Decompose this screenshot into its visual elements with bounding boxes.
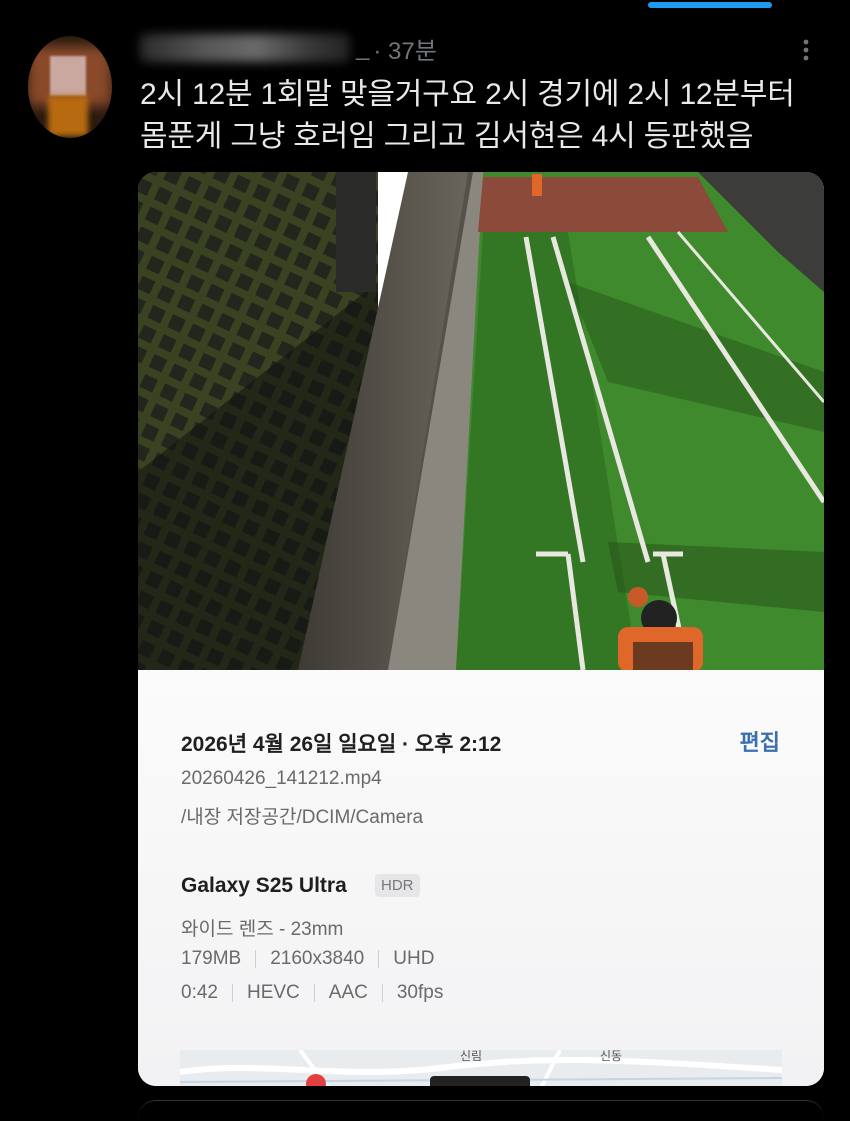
post-text: 2시 12분 1회말 맞을거구요 2시 경기에 2시 12분부터 몸푼게 그냥 …	[140, 74, 840, 158]
media-details: 2026년 4월 26일 일요일 · 오후 2:12 편집 20260426_1…	[138, 670, 824, 1086]
frame-rate: 30fps	[396, 982, 444, 1003]
map-label: 신동	[600, 1050, 622, 1063]
next-card-edge	[138, 1100, 824, 1121]
edit-button[interactable]: 편집	[740, 725, 780, 757]
divider	[378, 950, 380, 968]
scroll-indicator	[648, 2, 772, 8]
post-time: · 37분	[373, 37, 437, 65]
hdr-badge: HDR	[375, 874, 420, 897]
audio-codec: AAC	[328, 982, 368, 1003]
map-label: 신림	[460, 1050, 482, 1063]
quality: UHD	[393, 948, 435, 969]
post-text-line: 몸푼게 그냥 호러임 그리고 김서현은 4시 등판했음	[140, 120, 754, 153]
resolution: 2160x3840	[270, 948, 365, 969]
divider	[313, 984, 315, 1002]
divider	[231, 984, 233, 1002]
lens-info: 와이드 렌즈 - 23mm	[181, 919, 344, 940]
file-name: 20260426_141212.mp4	[181, 768, 382, 789]
file-path: /내장 저장공간/DCIM/Camera	[181, 807, 424, 828]
post-header: _ · 37분	[140, 28, 437, 68]
location-map[interactable]: 신림 신동	[180, 1050, 782, 1086]
post-text-line: 2시 12분 1회말 맞을거구요 2시 경기에 2시 12분부터	[140, 78, 795, 111]
file-size: 179MB	[181, 948, 242, 969]
bullpen-photo[interactable]	[138, 172, 824, 670]
codec: HEVC	[246, 982, 300, 1003]
author-handle: _	[356, 34, 370, 61]
media-card[interactable]: 2026년 4월 26일 일요일 · 오후 2:12 편집 20260426_1…	[138, 172, 824, 1086]
device-name: Galaxy S25 Ultra	[181, 874, 347, 897]
capture-date: 2026년 4월 26일 일요일 · 오후 2:12	[181, 733, 502, 756]
author-name-blurred[interactable]	[140, 34, 350, 62]
avatar[interactable]	[28, 36, 112, 138]
divider	[381, 984, 383, 1002]
more-vertical-icon[interactable]	[796, 30, 816, 70]
duration: 0:42	[181, 982, 218, 1003]
spec-row: 179MB 2160x3840 UHD	[181, 948, 434, 970]
spec-row: 0:42 HEVC AAC 30fps	[181, 982, 443, 1004]
divider	[255, 950, 257, 968]
